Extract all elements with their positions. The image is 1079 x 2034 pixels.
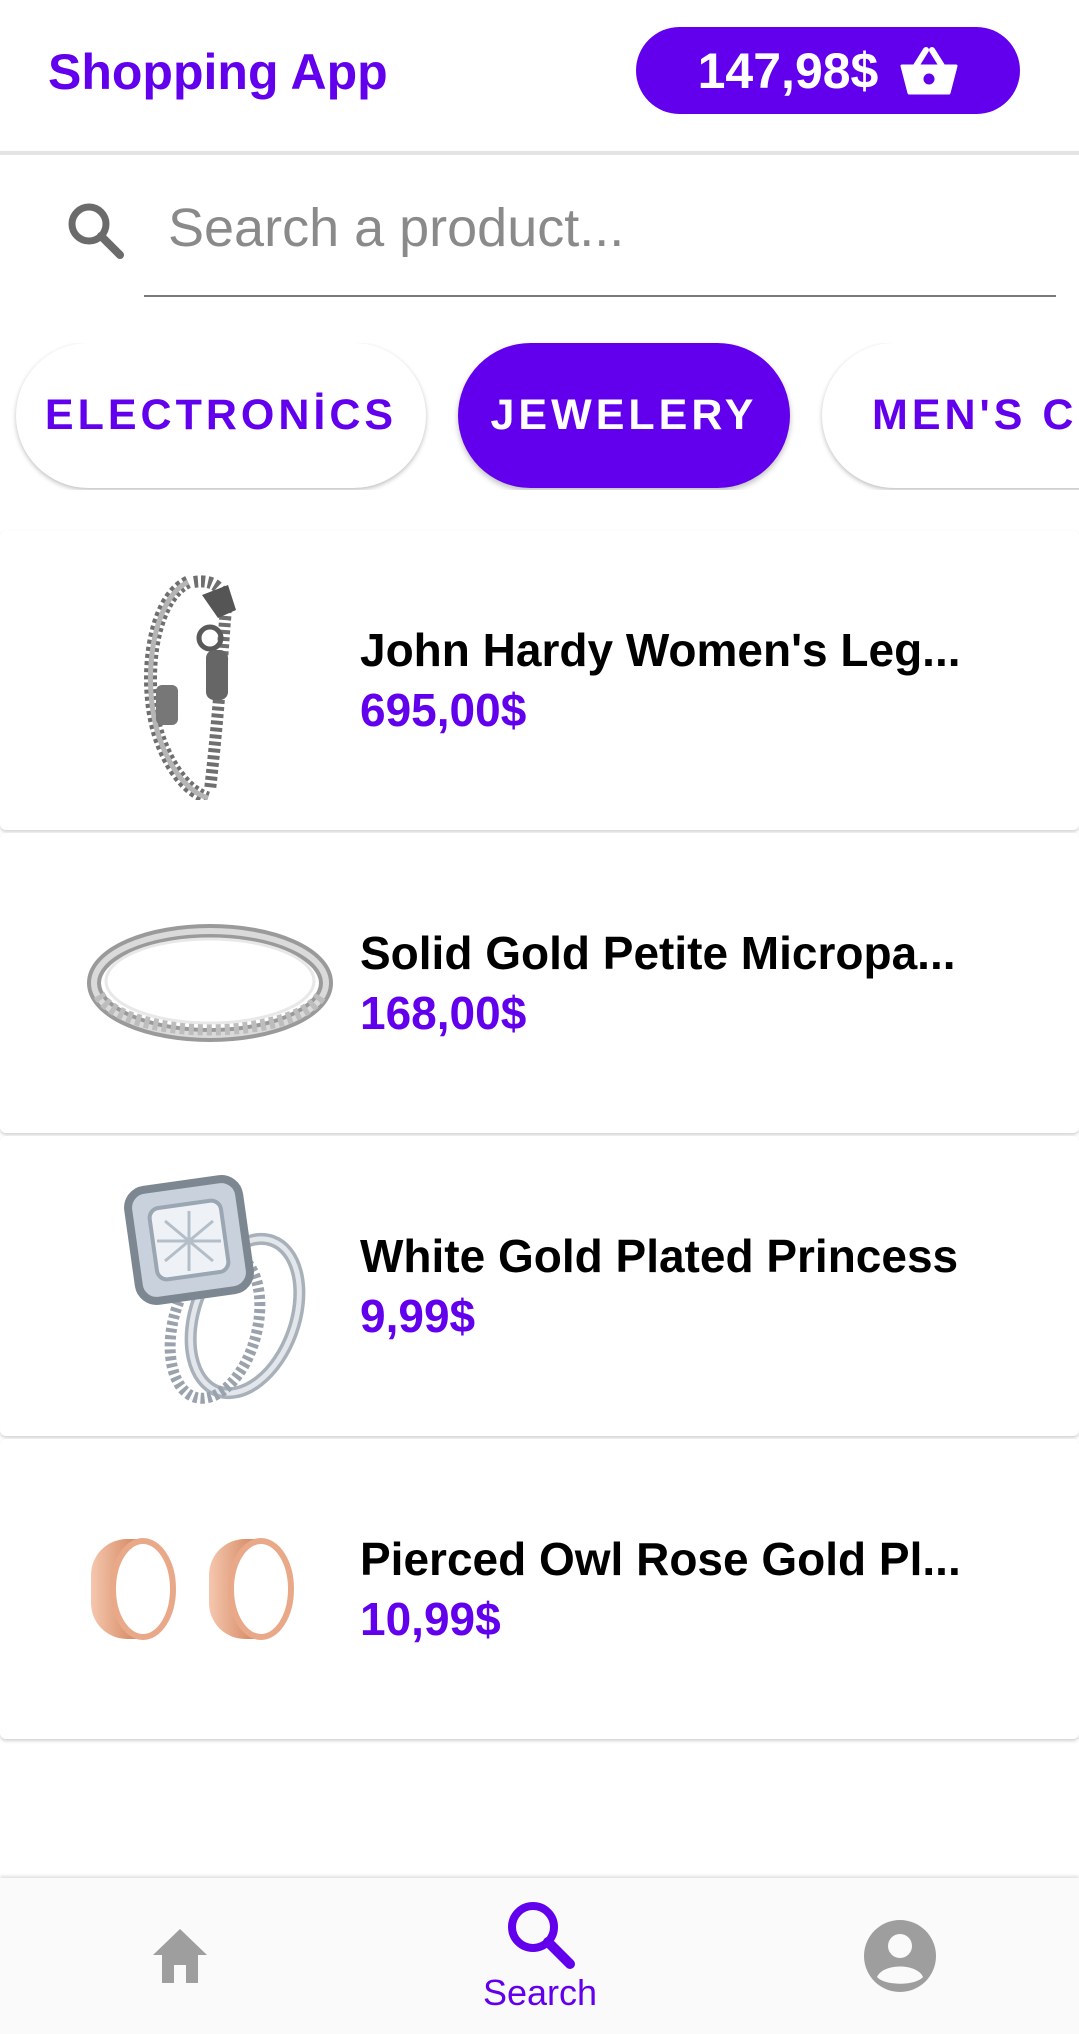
product-card[interactable]: White Gold Plated Princess 9,99$: [0, 1136, 1079, 1436]
nav-home[interactable]: [120, 1878, 240, 2034]
product-image: [80, 560, 340, 800]
nav-search-label: Search: [482, 1972, 598, 2013]
app-header: Shopping App 147,98$: [0, 0, 1079, 155]
product-price: 10,99$: [360, 1593, 501, 1645]
product-price: 9,99$: [360, 1290, 476, 1342]
halo-engagement-ring-image: [124, 1175, 306, 1404]
diamond-band-ring-image: [87, 924, 333, 1042]
home-icon: [153, 1929, 207, 1983]
app-title: Shopping App: [48, 44, 388, 100]
search-icon: [508, 1902, 575, 1969]
category-chip-electronics[interactable]: ELECTRONİCS: [16, 343, 426, 488]
product-price: 695,00$: [360, 684, 527, 736]
product-image: [80, 1469, 340, 1709]
product-card[interactable]: John Hardy Women's Leg... 695,00$: [0, 530, 1079, 830]
bottom-nav: Search: [0, 1878, 1079, 2034]
nav-search[interactable]: Search: [440, 1878, 640, 2034]
category-chips: ELECTRONİCS JEWELERY MEN'S CL: [0, 343, 1079, 490]
nav-profile[interactable]: [840, 1878, 960, 2034]
basket-icon: [900, 46, 958, 94]
search-underline: [144, 295, 1056, 297]
account-icon: [864, 1920, 936, 1992]
chain-bracelet-image: [143, 575, 236, 800]
product-name: White Gold Plated Princess: [360, 1230, 959, 1282]
product-list: John Hardy Women's Leg... 695,00$ Solid …: [0, 530, 1079, 1742]
rose-gold-plugs-image: [91, 1538, 294, 1640]
product-price: 168,00$: [360, 987, 527, 1039]
cart-button[interactable]: 147,98$: [636, 27, 1020, 114]
product-name: Pierced Owl Rose Gold Pl...: [360, 1533, 961, 1585]
category-chip-jewelery[interactable]: JEWELERY: [458, 343, 790, 488]
search-icon: [68, 203, 124, 259]
product-name: John Hardy Women's Leg...: [360, 624, 961, 676]
product-card[interactable]: Solid Gold Petite Micropa... 168,00$: [0, 833, 1079, 1133]
cart-total: 147,98$: [697, 42, 879, 99]
product-image: [80, 863, 340, 1103]
search-input[interactable]: [144, 185, 1056, 270]
product-card[interactable]: Pierced Owl Rose Gold Pl... 10,99$: [0, 1439, 1079, 1739]
product-image: [80, 1166, 340, 1406]
product-name: Solid Gold Petite Micropa...: [360, 927, 956, 979]
search-bar: [0, 155, 1079, 300]
category-chip-mens-clothing[interactable]: MEN'S CL: [822, 343, 1079, 488]
